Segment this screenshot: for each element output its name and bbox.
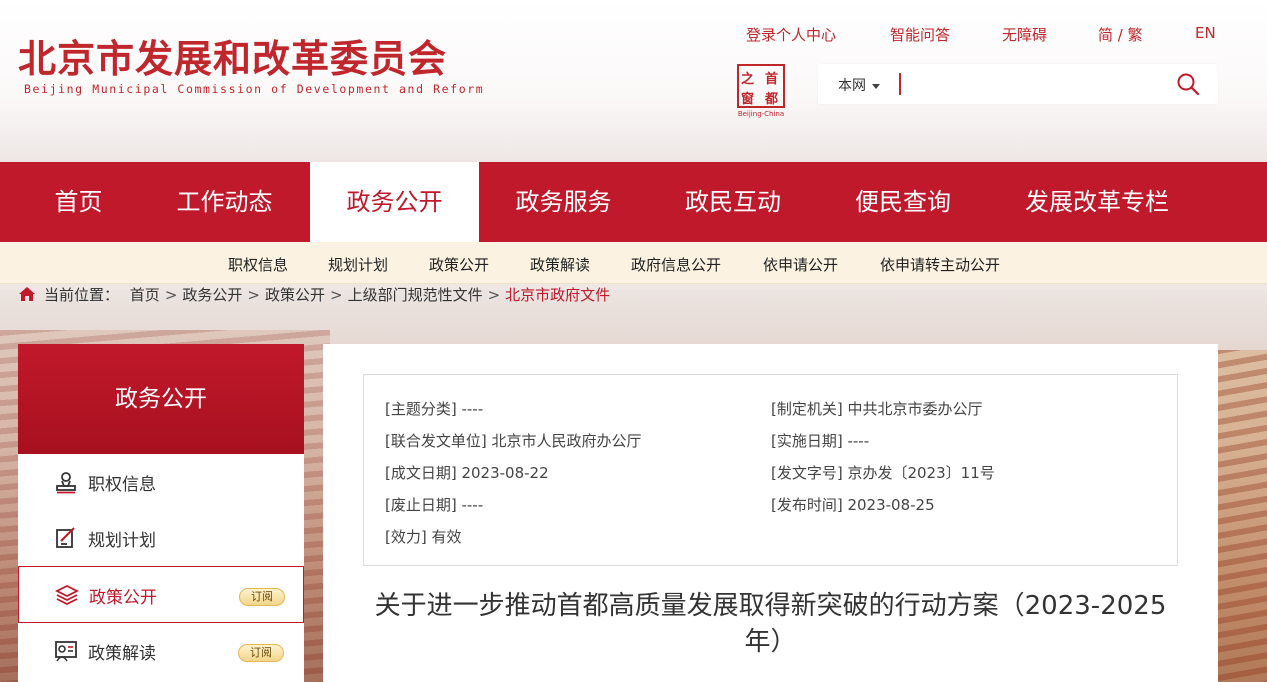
nav-gov-affairs[interactable]: 政务公开: [310, 162, 479, 242]
breadcrumb-separator: >: [487, 286, 501, 304]
subnav-policy-interpretation[interactable]: 政策解读: [530, 254, 590, 275]
nav-gov-services[interactable]: 政务服务: [479, 162, 648, 242]
subnav-planning[interactable]: 规划计划: [328, 254, 388, 275]
login-link[interactable]: 登录个人中心: [746, 24, 836, 45]
layers-icon: [55, 584, 79, 606]
seal-caption: Beijing-China: [737, 110, 785, 118]
search-icon[interactable]: [1176, 72, 1200, 96]
sidebar-item-label: 规划计划: [88, 531, 156, 551]
meta-topic: [主题分类] ----: [385, 400, 484, 418]
document-title: 关于进一步推动首都高质量发展取得新突破的行动方案（2023-2025年）: [374, 591, 1167, 657]
document-metadata: [主题分类] ---- [制定机关] 中共北京市委办公厅 [联合发文单位] 北京…: [363, 374, 1178, 566]
meta-doc-number: [发文字号] 京办发〔2023〕11号: [771, 464, 995, 482]
text-cursor: [899, 73, 901, 95]
sidebar-item-label: 职权信息: [88, 475, 156, 495]
search-input[interactable]: [904, 70, 1164, 98]
subscribe-button[interactable]: 订阅: [239, 588, 285, 606]
person-stamp-icon: [56, 472, 76, 494]
meta-publish-time: [发布时间] 2023-08-25: [771, 496, 935, 514]
search-scope-dropdown[interactable]: 本网: [838, 75, 880, 95]
site-header: 北京市发展和改革委员会 Beijing Municipal Commission…: [0, 0, 1267, 162]
sidebar-item-authority-info[interactable]: 职权信息: [18, 454, 304, 511]
top-links: 登录个人中心 智能问答 无障碍 简 / 繁 EN: [707, 24, 1267, 48]
nav-work-news[interactable]: 工作动态: [157, 162, 292, 242]
nav-interaction[interactable]: 政民互动: [648, 162, 818, 242]
breadcrumb: 当前位置： 首页 > 政务公开 > 政策公开 > 上级部门规范性文件 > 北京市政府文件: [18, 284, 610, 306]
edit-document-icon: [56, 527, 75, 548]
accessibility-link[interactable]: 无障碍: [1002, 24, 1047, 45]
language-switch-link[interactable]: 简 / 繁: [1098, 24, 1143, 45]
subnav-request-to-active[interactable]: 依申请转主动公开: [880, 254, 1000, 275]
nav-convenience[interactable]: 便民查询: [818, 162, 988, 242]
sidebar-item-label: 政策解读: [88, 644, 156, 664]
main-nav: 首页 工作动态 政务公开 政务服务 政民互动 便民查询 发展改革专栏: [0, 162, 1267, 242]
breadcrumb-item[interactable]: 政务公开: [182, 286, 242, 304]
breadcrumb-separator: >: [164, 286, 178, 304]
capital-window-seal[interactable]: 之 首 窗 都 Beijing-China: [735, 64, 787, 120]
person-board-icon: [55, 641, 77, 662]
qa-link[interactable]: 智能问答: [890, 24, 950, 45]
english-link[interactable]: EN: [1195, 24, 1216, 42]
subscribe-button[interactable]: 订阅: [238, 644, 284, 662]
caret-down-icon: [872, 83, 880, 89]
meta-effective-date: [实施日期] ----: [771, 432, 870, 450]
subnav-authority-info[interactable]: 职权信息: [228, 254, 288, 275]
breadcrumb-item[interactable]: 上级部门规范性文件: [348, 286, 483, 304]
breadcrumb-separator: >: [330, 286, 343, 304]
seal-char: 都: [765, 92, 779, 107]
meta-validity: [效力] 有效: [385, 528, 462, 546]
site-subtitle: Beijing Municipal Commission of Developm…: [24, 82, 485, 96]
sidebar: 政务公开 职权信息 规划计划 政策公开 订阅 政策解读 订阅: [18, 344, 304, 682]
subnav-on-request[interactable]: 依申请公开: [763, 254, 838, 275]
breadcrumb-item[interactable]: 政策公开: [265, 286, 325, 304]
search-bar: 本网: [818, 64, 1218, 104]
nav-reform-column[interactable]: 发展改革专栏: [988, 162, 1206, 242]
sidebar-item-policy-public[interactable]: 政策公开 订阅: [18, 566, 304, 623]
meta-created-date: [成文日期] 2023-08-22: [385, 464, 549, 482]
seal-char: 首: [765, 72, 779, 87]
home-icon: [19, 287, 35, 301]
sidebar-item-policy-interpretation[interactable]: 政策解读 订阅: [18, 623, 304, 680]
sidebar-item-label: 政策公开: [89, 588, 157, 608]
subnav-gov-info-public[interactable]: 政府信息公开: [631, 254, 721, 275]
breadcrumb-separator: >: [247, 286, 260, 304]
sidebar-item-planning[interactable]: 规划计划: [18, 510, 304, 567]
subnav-policy-public[interactable]: 政策公开: [429, 254, 489, 275]
search-scope-label: 本网: [838, 78, 866, 94]
breadcrumb-item[interactable]: 首页: [130, 286, 160, 304]
sidebar-title: 政务公开: [18, 344, 304, 454]
site-title[interactable]: 北京市发展和改革委员会: [18, 28, 447, 83]
seal-char: 之: [741, 72, 755, 87]
sub-nav: 职权信息 规划计划 政策公开 政策解读 政府信息公开 依申请公开 依申请转主动公…: [0, 242, 1267, 284]
breadcrumb-label: 当前位置：: [44, 286, 120, 304]
seal-frame: 之 首 窗 都: [737, 64, 785, 108]
meta-repeal-date: [废止日期] ----: [385, 496, 484, 514]
breadcrumb-current[interactable]: 北京市政府文件: [505, 286, 610, 304]
meta-co-issuer: [联合发文单位] 北京市人民政府办公厅: [385, 432, 642, 450]
seal-char: 窗: [741, 92, 755, 107]
nav-home[interactable]: 首页: [0, 162, 157, 242]
meta-issuer: [制定机关] 中共北京市委办公厅: [771, 400, 983, 418]
document-content: [主题分类] ---- [制定机关] 中共北京市委办公厅 [联合发文单位] 北京…: [323, 344, 1218, 682]
